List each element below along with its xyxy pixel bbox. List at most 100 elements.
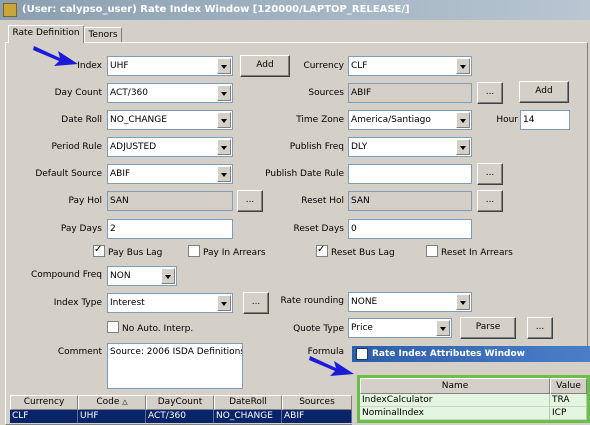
hour-field[interactable]: 14	[520, 110, 570, 130]
grid-header-sources[interactable]: Sources	[282, 395, 352, 410]
compound-freq-combo[interactable]: NON	[107, 266, 177, 286]
period-rule-label: Period Rule	[51, 142, 102, 152]
column-label: DayCount	[157, 397, 203, 407]
tab-rate-definition[interactable]: Rate Definition	[8, 25, 84, 43]
day-count-combo[interactable]: ACT/360	[107, 83, 233, 103]
chevron-down-icon[interactable]	[217, 295, 231, 311]
index-type-label: Index Type	[53, 298, 102, 308]
date-roll-label: Date Roll	[61, 115, 102, 125]
chevron-down-icon[interactable]	[436, 320, 450, 336]
grid-cell: UHF	[78, 410, 146, 423]
checkbox-icon[interactable]	[107, 321, 119, 333]
chevron-down-icon[interactable]	[456, 112, 470, 128]
checkbox-label: Pay Bus Lag	[108, 248, 163, 258]
tab-tenors[interactable]: Tenors	[84, 27, 122, 43]
index-label: Index	[77, 61, 102, 71]
attribute-value-cell[interactable]: TRA	[550, 394, 587, 407]
index-type-value: Interest	[110, 298, 145, 308]
day-count-value: ACT/360	[110, 88, 148, 98]
no-auto-interp-checkbox[interactable]: No Auto. Interp.	[107, 321, 193, 335]
period-rule-combo[interactable]: ADJUSTED	[107, 137, 233, 157]
chevron-down-icon[interactable]	[217, 139, 231, 155]
parse-button[interactable]: Parse	[460, 317, 516, 339]
pointer-arrow-icon	[309, 356, 354, 376]
checkbox-label: Reset Bus Lag	[331, 248, 395, 258]
pay-in-arrears-checkbox[interactable]: Pay In Arrears	[188, 245, 266, 259]
reset-in-arrears-checkbox[interactable]: Reset In Arrears	[426, 245, 513, 259]
pay-bus-lag-checkbox[interactable]: Pay Bus Lag	[93, 243, 163, 259]
attribute-name-cell[interactable]: NominalIndex	[360, 407, 550, 420]
grid-cell: ABIF	[282, 410, 352, 423]
currency-value: CLF	[351, 61, 368, 71]
reset-days-label: Reset Days	[293, 224, 344, 234]
table-row[interactable]: CLF UHF ACT/360 NO_CHANGE ABIF	[10, 410, 352, 423]
sources-ellipsis-button[interactable]: ...	[477, 82, 503, 104]
quote-type-label: Quote Type	[293, 324, 344, 334]
chevron-down-icon[interactable]	[217, 58, 231, 74]
publish-date-rule-field[interactable]	[348, 164, 472, 184]
reset-bus-lag-checkbox[interactable]: Reset Bus Lag	[316, 243, 395, 259]
publish-freq-value: DLY	[351, 142, 368, 152]
publish-date-rule-ellipsis-button[interactable]: ...	[477, 163, 503, 185]
chevron-down-icon[interactable]	[456, 294, 470, 310]
checkbox-icon[interactable]	[426, 245, 438, 257]
checkbox-label: Reset In Arrears	[441, 248, 513, 258]
checkbox-checked-icon[interactable]	[93, 243, 105, 257]
column-label: Code	[96, 397, 120, 407]
grid-header-daycount[interactable]: DayCount	[146, 395, 214, 410]
column-label: Value	[556, 381, 581, 391]
day-count-label: Day Count	[54, 88, 102, 98]
pay-days-field[interactable]: 2	[107, 219, 233, 239]
grid-header-dateroll[interactable]: DateRoll	[214, 395, 282, 410]
sources-add-button[interactable]: Add	[519, 81, 569, 103]
time-zone-combo[interactable]: America/Santiago	[348, 110, 472, 130]
pay-hol-ellipsis-button[interactable]: ...	[237, 190, 263, 212]
checkbox-label: Pay In Arrears	[203, 248, 266, 258]
chevron-down-icon[interactable]	[161, 268, 175, 284]
default-source-combo[interactable]: ABIF	[107, 164, 233, 184]
date-roll-combo[interactable]: NO_CHANGE	[107, 110, 233, 130]
chevron-down-icon[interactable]	[456, 139, 470, 155]
publish-freq-combo[interactable]: DLY	[348, 137, 472, 157]
checkbox-icon[interactable]	[188, 245, 200, 257]
checkbox-checked-icon[interactable]	[316, 243, 328, 257]
attribute-name-cell[interactable]: IndexCalculator	[360, 394, 550, 407]
sources-label: Sources	[308, 88, 344, 98]
reset-hol-ellipsis-button[interactable]: ...	[477, 190, 503, 212]
quote-type-combo[interactable]: Price	[348, 318, 452, 338]
checkbox-label: No Auto. Interp.	[122, 324, 194, 334]
pay-days-label: Pay Days	[60, 224, 102, 234]
reset-hol-label: Reset Hol	[301, 196, 344, 206]
currency-label: Currency	[303, 61, 344, 71]
chevron-down-icon[interactable]	[217, 85, 231, 101]
window-title: (User: calypso_user) Rate Index Window […	[22, 4, 410, 15]
rate-rounding-label: Rate rounding	[280, 296, 344, 306]
index-type-combo[interactable]: Interest	[107, 293, 233, 313]
comment-textarea[interactable]: Source: 2006 ISDA Definitions	[107, 343, 243, 389]
pay-hol-field[interactable]: SAN	[107, 191, 233, 211]
attributes-header-value[interactable]: Value	[550, 378, 587, 394]
chevron-down-icon[interactable]	[217, 166, 231, 182]
chevron-down-icon[interactable]	[217, 112, 231, 128]
reset-hol-field[interactable]: SAN	[348, 191, 472, 211]
reset-days-field[interactable]: 0	[348, 219, 472, 239]
column-label: Name	[441, 381, 469, 391]
default-source-value: ABIF	[110, 169, 131, 179]
column-label: Sources	[299, 397, 335, 407]
column-label: DateRoll	[229, 397, 267, 407]
chevron-down-icon[interactable]	[456, 58, 470, 74]
grid-header-code[interactable]: Code △	[78, 395, 146, 410]
date-roll-value: NO_CHANGE	[110, 115, 167, 125]
index-combo[interactable]: UHF	[107, 56, 233, 76]
title-bar: (User: calypso_user) Rate Index Window […	[0, 0, 590, 20]
time-zone-value: America/Santiago	[351, 115, 431, 125]
tab-label: Rate Definition	[12, 28, 80, 38]
grid-header-currency[interactable]: Currency	[10, 395, 78, 410]
attributes-header-name[interactable]: Name	[360, 378, 550, 394]
rate-rounding-combo[interactable]: NONE	[348, 292, 472, 312]
currency-combo[interactable]: CLF	[348, 56, 472, 76]
quote-type-ellipsis-button[interactable]: ...	[527, 317, 553, 339]
attribute-value-cell[interactable]: ICP	[550, 407, 587, 420]
period-rule-value: ADJUSTED	[110, 142, 157, 152]
sources-field[interactable]: ABIF	[348, 83, 472, 103]
